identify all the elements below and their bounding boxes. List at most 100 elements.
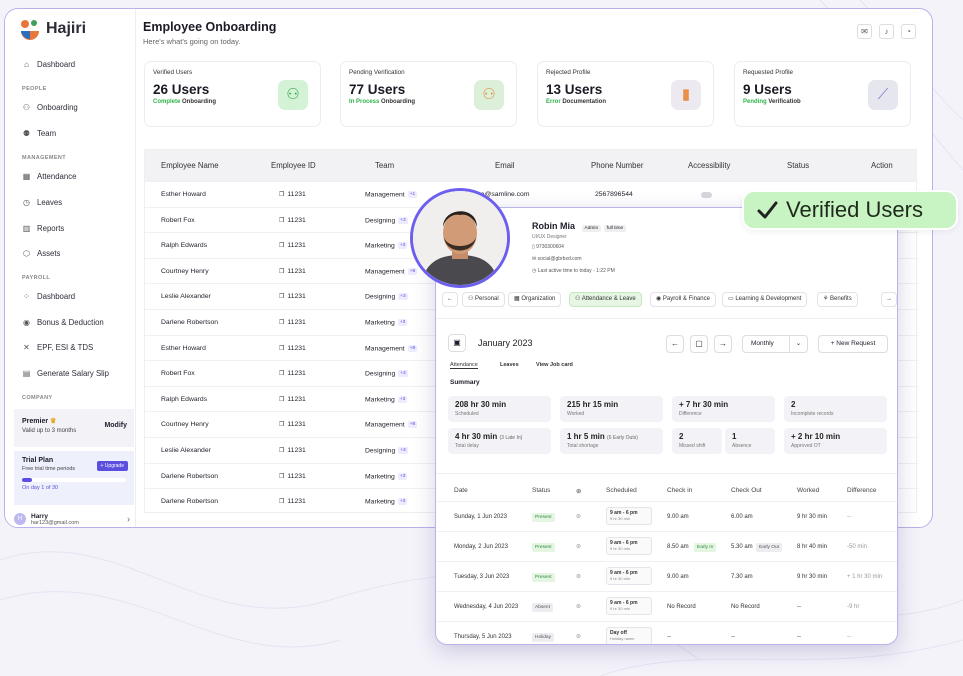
summary-value: 2: [679, 432, 684, 441]
card-title: Pending Verification: [349, 69, 405, 76]
tab-organization[interactable]: ▦ Organization: [508, 292, 562, 307]
sidebar-item-label: Attendance: [37, 172, 77, 181]
sidebar-item-dashboard[interactable]: ⌂ Dashboard: [22, 60, 75, 69]
att-date: Thursday, 5 Jun 2023: [454, 634, 512, 640]
chevron-right-icon[interactable]: ›: [127, 514, 130, 524]
new-request-button[interactable]: + New Request: [818, 335, 888, 353]
attendance-row[interactable]: Tuesday, 3 Jun 2023 Present ⊛ 9 am - 6 pm 9 …: [436, 561, 897, 591]
sidebar-item-label: Leaves: [37, 198, 63, 207]
phone-icon: ▯: [532, 244, 535, 250]
attendance-row[interactable]: Wednesday, 4 Jun 2023 Absent ⊛ 9 am - 6 pm 9…: [436, 591, 897, 621]
calendar-picker-button[interactable]: ▢: [690, 335, 708, 353]
subtab-leaves[interactable]: Leaves: [500, 362, 519, 368]
calendar-icon: ▦: [22, 172, 31, 181]
modify-button[interactable]: Modify: [104, 422, 127, 429]
stat-card-requested[interactable]: Requested Profile 9 Users Pending Verifi…: [734, 61, 911, 127]
summary-item: 208 hr 30 min Scheduled: [448, 396, 551, 422]
sidebar-item-assets[interactable]: ⬡ Assets: [22, 249, 60, 258]
sidebar-item-salary-slip[interactable]: ▤ Generate Salary Slip: [22, 369, 109, 378]
att-worked: --: [797, 634, 801, 640]
summary-value: 2: [791, 400, 796, 409]
employee-id: ❐ 11231: [279, 242, 306, 250]
role-tag: Admin: [581, 225, 602, 232]
section-label-payroll: PAYROLL: [22, 275, 51, 281]
copy-icon: ❐: [279, 499, 285, 506]
tab-benefits[interactable]: ⚘ Benefits: [817, 292, 858, 307]
sidebar-item-attendance[interactable]: ▦ Attendance: [22, 172, 77, 181]
tab-prev-arrow[interactable]: ←: [442, 292, 458, 307]
column-header[interactable]: Employee Name: [161, 161, 219, 170]
user-profile[interactable]: H Harry har123@gmail.com ›: [14, 509, 134, 527]
stat-card-rejected[interactable]: Rejected Profile 13 Users Error Document…: [537, 61, 714, 127]
users-icon: ⚇: [278, 80, 308, 110]
subtab-job-card[interactable]: View Job card: [536, 362, 573, 368]
early-out-tag: Early Out: [756, 543, 782, 552]
employee-team: Marketing +3: [365, 472, 408, 480]
stat-card-pending[interactable]: Pending Verification 77 Users In Process…: [340, 61, 517, 127]
calendar-icon[interactable]: ▣: [448, 334, 466, 352]
sidebar-item-label: Generate Salary Slip: [37, 369, 109, 378]
tab-personal[interactable]: ⚇ Personal: [462, 292, 505, 307]
att-date: Sunday, 1 Jun 2023: [454, 514, 507, 520]
accessibility-toggle[interactable]: [701, 192, 712, 198]
card-title: Rejected Profile: [546, 69, 591, 76]
sidebar-item-epf[interactable]: ✕ EPF, ESI & TDS: [22, 343, 93, 352]
summary-label: Total shortage: [567, 443, 599, 449]
prev-month-button[interactable]: ←: [666, 335, 684, 353]
team-icon: ⚉: [22, 129, 31, 138]
att-date: Monday, 2 Jun 2023: [454, 544, 508, 550]
tab-payroll-finance[interactable]: ◉ Payroll & Finance: [650, 292, 716, 307]
employee-id: ❐ 11231: [279, 293, 306, 301]
next-month-button[interactable]: →: [714, 335, 732, 353]
app-logo[interactable]: Hajiri: [19, 18, 86, 40]
sidebar-item-reports[interactable]: ▥ Reports: [22, 224, 65, 233]
sidebar-item-onboarding[interactable]: ⚇ Onboarding: [22, 103, 78, 112]
tab-next-arrow[interactable]: →: [881, 292, 897, 307]
subtab-attendance[interactable]: Attendance: [450, 362, 478, 369]
att-check-in: --: [667, 634, 671, 640]
stat-card-verified[interactable]: Verified Users 26 Users Complete Onboard…: [144, 61, 321, 127]
team-count-badge: +3: [398, 370, 408, 378]
sidebar-item-bonus[interactable]: ◉ Bonus & Deduction: [22, 318, 104, 327]
summary-item: 2 Incomplete records: [784, 396, 887, 422]
page-header: Employee Onboarding Here's what's going …: [143, 20, 276, 46]
summary-value: 1: [732, 432, 737, 441]
summary-label: Summary: [450, 379, 480, 386]
sidebar-item-label: Assets: [37, 249, 61, 258]
attendance-row[interactable]: Sunday, 1 Jun 2023 Present ⊛ 9 am - 6 pm 9 h…: [436, 501, 897, 531]
tab-learning[interactable]: ▭ Learning & Development: [722, 292, 808, 307]
column-header[interactable]: Phone Number: [591, 161, 643, 170]
attendance-row[interactable]: Monday, 2 Jun 2023 Present ⊛ 9 am - 6 pm 9 h…: [436, 531, 897, 561]
column-header[interactable]: Email: [495, 161, 515, 170]
sidebar-item-payroll-dashboard[interactable]: ⁘ Dashboard: [22, 292, 75, 301]
header-actions: ✉ ♪ ◔: [857, 24, 916, 39]
att-schedule: 9 am - 6 pm 9 hr 30 min: [606, 597, 652, 615]
column-header[interactable]: Employee ID: [271, 161, 316, 170]
copy-icon: ❐: [279, 345, 285, 352]
column-header[interactable]: Accessibility: [688, 161, 730, 170]
summary-item: 2 Missed shift: [672, 428, 722, 454]
column-header[interactable]: Team: [375, 161, 394, 170]
sidebar-item-team[interactable]: ⚉ Team: [22, 129, 56, 138]
attendance-row[interactable]: Thursday, 5 Jun 2023 Holiday ⊛ Day off Holid…: [436, 621, 897, 644]
profile-email: ✉ social@gbrbxd.com: [532, 256, 582, 262]
employee-name: Darlene Robertson: [161, 319, 219, 326]
verified-users-badge: Verified Users: [742, 190, 958, 230]
tab-attendance-leave[interactable]: ⚇ Attendance & Leave: [569, 292, 642, 307]
view-select[interactable]: Monthly ⌄: [742, 335, 808, 353]
profile-avatar: [410, 188, 510, 288]
user-icon[interactable]: ◔: [901, 24, 916, 39]
column-header[interactable]: Action: [871, 161, 893, 170]
copy-icon: ❐: [279, 422, 285, 429]
copy-icon: ❐: [279, 268, 285, 275]
bell-icon[interactable]: ♪: [879, 24, 894, 39]
upgrade-button[interactable]: + Upgrade: [96, 461, 128, 471]
copy-icon: ❐: [279, 294, 285, 301]
att-status: Present: [532, 513, 555, 522]
sidebar-item-leaves[interactable]: ◷ Leaves: [22, 198, 62, 207]
percent-icon: ✕: [23, 343, 30, 352]
mail-icon[interactable]: ✉: [857, 24, 872, 39]
mail-icon: ✉: [532, 256, 537, 262]
column-header[interactable]: Status: [787, 161, 809, 170]
att-date: Tuesday, 3 Jun 2023: [454, 574, 510, 580]
